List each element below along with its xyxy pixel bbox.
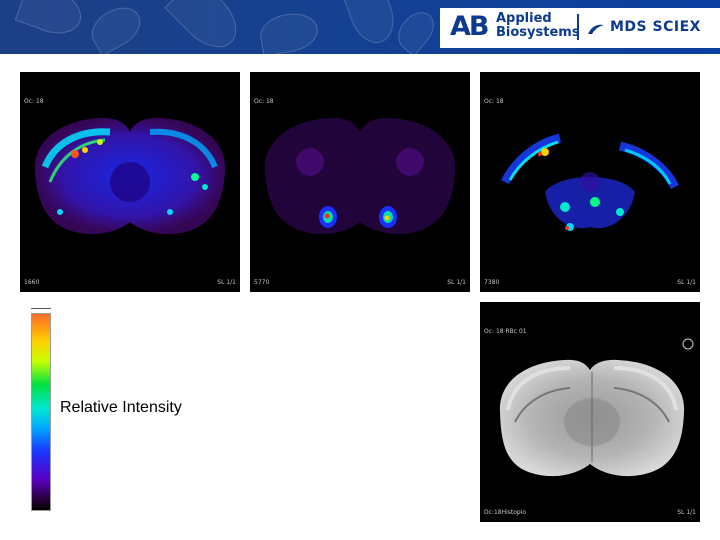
ab-logo-mark: AB [450,11,490,42]
leaf-decoration [340,0,402,50]
brain-image-2: Oc: 18 5770 SL 1/1 [250,72,470,292]
mds-sciex-text: MDS SCIEX [610,19,701,35]
colorbar-label: Relative Intensity [60,399,182,416]
panel-label-top: Oc: 18 [24,98,44,105]
leaf-decoration [257,9,321,54]
brain-heatmap-1 [34,117,226,235]
panel-label-top: Oc: 18 [254,98,274,105]
panel-label-bottom-right: SL 1/1 [677,279,696,286]
histology-section [499,338,694,477]
leaf-decoration [164,0,248,54]
brain-image-3: Oc: 18 7380 SL 1/1 [480,72,700,292]
mds-swoosh-icon [588,24,604,34]
colorbar-top-line [31,308,51,309]
leaf-decoration [14,0,88,42]
brain-histology-image: Oc: 18 RBc 01 Dc:18Histopio SL 1/1 [480,302,700,522]
leaf-decoration [391,5,441,54]
applied-biosystems-text: Applied Biosystems [496,12,580,40]
brain-image-1: Oc: 18 1660 SL 1/1 [20,72,240,292]
panel-label-bottom-right: SL 1/1 [217,279,236,286]
panel-label-bottom-left: 1660 [24,279,40,286]
logo-separator [577,14,579,40]
company-logo: AB Applied Biosystems MDS SCIEX [440,8,720,48]
panel-label-top: Oc: 18 RBc 01 [484,328,527,335]
logo-line-2: Biosystems [496,25,580,40]
panel-label-top: Oc: 18 [484,98,504,105]
intensity-colorbar [31,313,51,511]
leaf-decoration [84,0,148,54]
brain-heatmap-2 [264,117,456,235]
brain-heatmap-3 [500,133,680,231]
panel-label-bottom-right: SL 1/1 [677,509,696,516]
panel-label-bottom-left: Dc:18Histopio [484,509,527,516]
header-banner: AB Applied Biosystems MDS SCIEX [0,0,720,54]
panel-label-bottom-left: 7380 [484,279,500,286]
logo-line-1: Applied [496,11,552,26]
panel-label-bottom-right: SL 1/1 [447,279,466,286]
panel-label-bottom-left: 5770 [254,279,270,286]
